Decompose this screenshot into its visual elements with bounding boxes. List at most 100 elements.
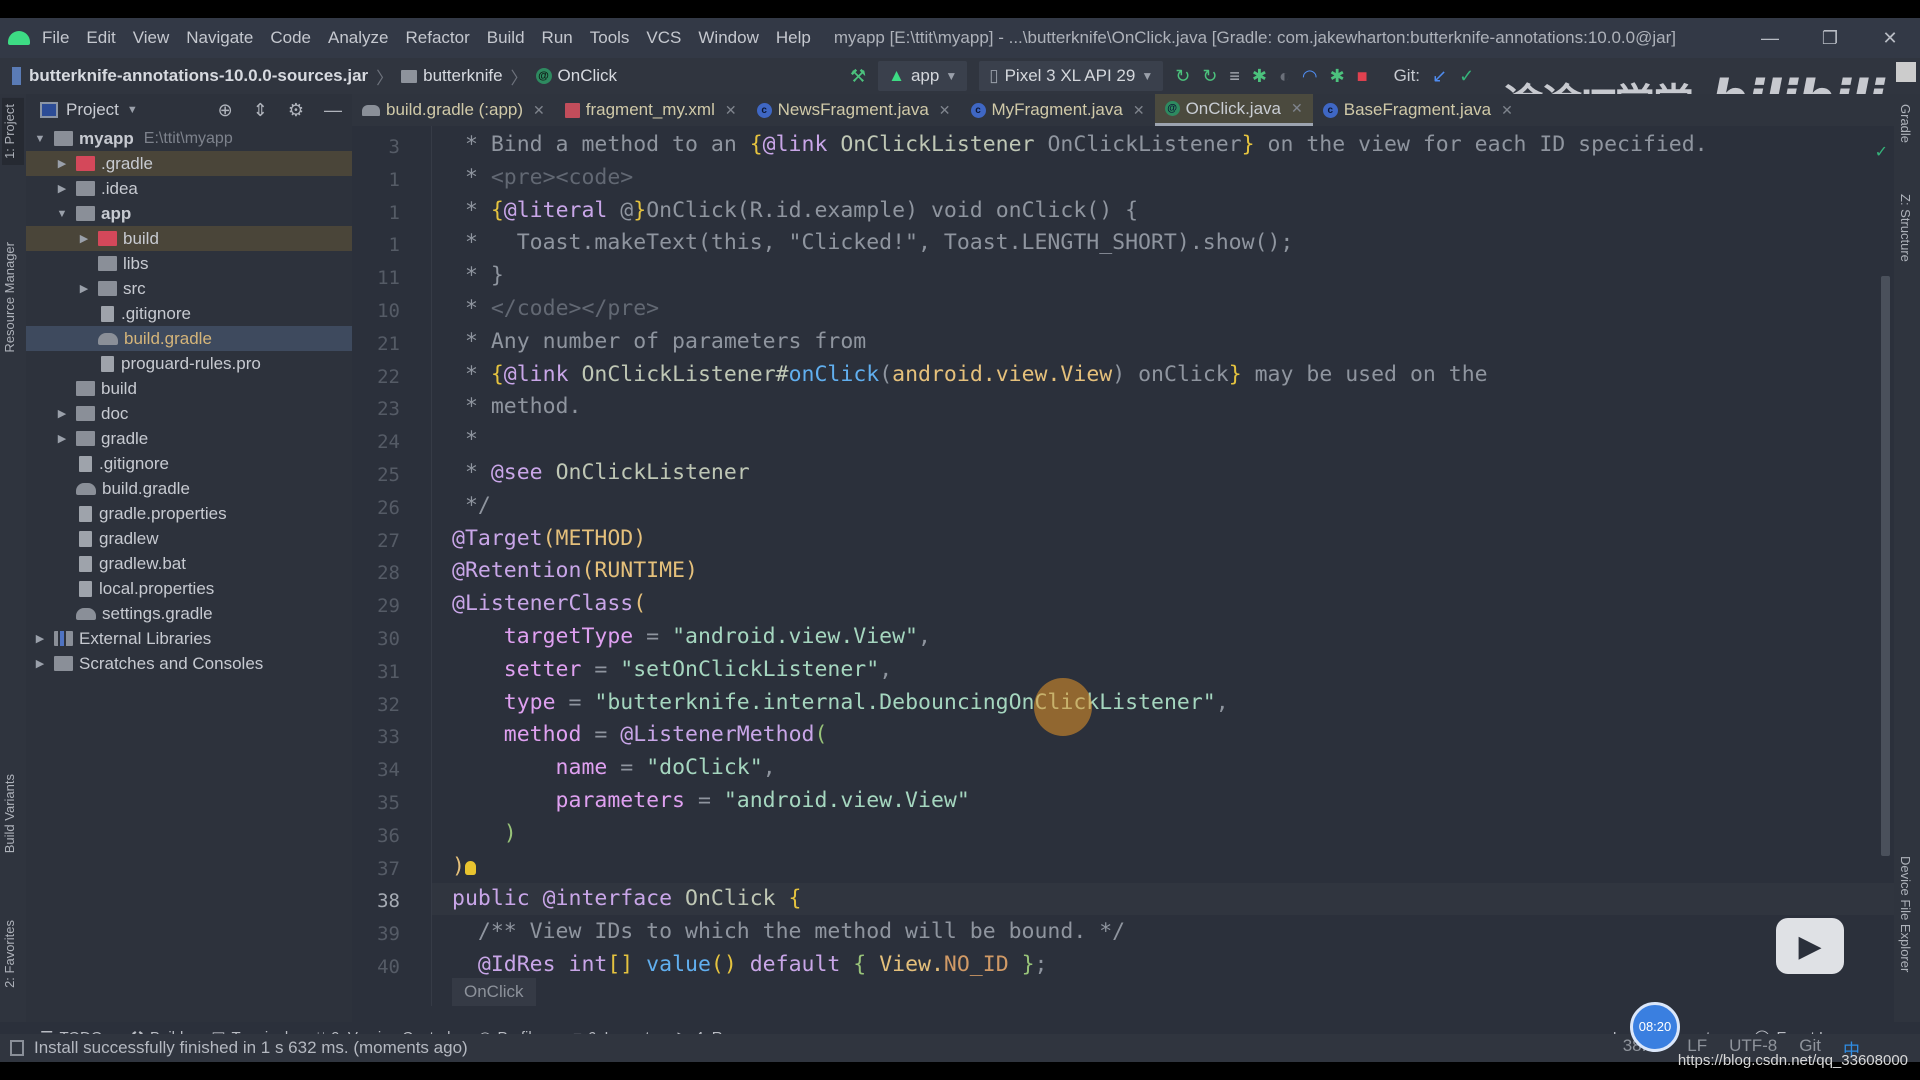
tree-node[interactable]: proguard-rules.pro — [26, 351, 352, 376]
collapsed-arrow-icon[interactable]: ▶ — [76, 282, 92, 295]
restore-button[interactable]: ❐ — [1800, 18, 1860, 58]
attach-debugger-icon[interactable]: ✱ — [1330, 66, 1345, 86]
breadcrumb-package[interactable]: butterknife — [401, 66, 503, 86]
git-commit-icon[interactable]: ✓ — [1459, 66, 1474, 86]
breadcrumb-class[interactable]: @ OnClick — [535, 66, 617, 86]
tree-node[interactable]: build.gradle — [26, 476, 352, 501]
tree-node[interactable]: ▶ External Libraries — [26, 626, 352, 651]
tool-tab-build-variants[interactable]: Build Variants — [2, 774, 17, 853]
collapsed-arrow-icon[interactable]: ▶ — [54, 407, 70, 420]
menu-refactor[interactable]: Refactor — [405, 28, 469, 48]
menu-help[interactable]: Help — [776, 28, 811, 48]
run-config-dropdown[interactable]: ▲ app ▼ — [878, 61, 968, 91]
menu-navigate[interactable]: Navigate — [186, 28, 253, 48]
user-avatar-icon[interactable] — [1896, 62, 1916, 82]
close-tab-icon[interactable]: ✕ — [1291, 100, 1303, 117]
tree-node[interactable]: gradle.properties — [26, 501, 352, 526]
locate-file-icon[interactable]: ⊕ — [218, 100, 233, 121]
collapsed-arrow-icon[interactable]: ▶ — [54, 432, 70, 445]
chevron-down-icon[interactable]: ▼ — [127, 104, 138, 116]
debug-icon[interactable]: ✱ — [1252, 66, 1267, 86]
collapsed-arrow-icon[interactable]: ▶ — [32, 657, 48, 670]
code-token: "setOnClickListener" — [620, 656, 880, 682]
close-tab-icon[interactable]: ✕ — [725, 102, 737, 119]
gear-icon[interactable]: ⚙ — [288, 100, 304, 121]
menu-vcs[interactable]: VCS — [646, 28, 681, 48]
collapse-all-icon[interactable]: ⇕ — [253, 100, 268, 121]
breadcrumb-jar[interactable]: butterknife-annotations-10.0.0-sources.j… — [12, 66, 368, 86]
close-button[interactable]: ✕ — [1860, 18, 1920, 58]
status-message[interactable]: Install successfully finished in 1 s 632… — [34, 1038, 468, 1058]
editor-tab[interactable]: fragment_my.xml ✕ — [555, 94, 747, 126]
tree-node[interactable]: ▶ src — [26, 276, 352, 301]
tree-node[interactable]: libs — [26, 251, 352, 276]
menu-code[interactable]: Code — [270, 28, 311, 48]
tree-node[interactable]: ▼ app — [26, 201, 352, 226]
tree-node[interactable]: ▶ doc — [26, 401, 352, 426]
git-update-icon[interactable]: ↙ — [1432, 66, 1447, 86]
tool-tab-resource-manager[interactable]: Resource Manager — [2, 242, 17, 353]
close-tab-icon[interactable]: ✕ — [1501, 102, 1513, 119]
profiler-icon[interactable]: ◠ — [1302, 66, 1318, 86]
sync-icon[interactable]: ≡ — [1229, 66, 1240, 86]
tree-node[interactable]: build — [26, 376, 352, 401]
menu-run[interactable]: Run — [542, 28, 573, 48]
tree-node[interactable]: .gitignore — [26, 301, 352, 326]
editor-breadcrumb[interactable]: OnClick — [452, 978, 536, 1006]
tree-node[interactable]: ▼ myapp E:\ttit\myapp — [26, 126, 352, 151]
tree-node[interactable]: ▶ Scratches and Consoles — [26, 651, 352, 676]
tree-node[interactable]: ▶ gradle — [26, 426, 352, 451]
tree-node[interactable]: .gitignore — [26, 451, 352, 476]
tree-node[interactable]: ▶ .idea — [26, 176, 352, 201]
menu-build[interactable]: Build — [487, 28, 525, 48]
menu-file[interactable]: File — [42, 28, 69, 48]
code-token: OnClick — [685, 886, 776, 912]
device-dropdown[interactable]: ▯ Pixel 3 XL API 29 ▼ — [979, 61, 1164, 91]
tool-tab-favorites[interactable]: 2: Favorites — [2, 920, 17, 988]
status-toggle-icon[interactable] — [10, 1040, 24, 1056]
collapsed-arrow-icon[interactable]: ▶ — [54, 157, 70, 170]
hide-panel-icon[interactable]: — — [324, 100, 342, 121]
editor-tab[interactable]: c BaseFragment.java ✕ — [1313, 94, 1523, 126]
tree-node[interactable]: ▶ build — [26, 226, 352, 251]
editor-tab[interactable]: build.gradle (:app) ✕ — [352, 94, 555, 126]
tree-node[interactable]: settings.gradle — [26, 601, 352, 626]
menu-edit[interactable]: Edit — [86, 28, 115, 48]
tool-tab-device-file-explorer[interactable]: Device File Explorer — [1898, 856, 1913, 972]
apply-code-changes-icon[interactable]: ↻ — [1202, 66, 1217, 86]
project-view-selector[interactable]: Project — [66, 100, 119, 120]
code-editor[interactable]: 3 1 1 1 11 10 21 22 23 24 25 26 27 28 29 30 31 32 33 34 35 36… — [352, 126, 1894, 1006]
tree-node[interactable]: ▶ .gradle — [26, 151, 352, 176]
menu-analyze[interactable]: Analyze — [328, 28, 388, 48]
close-tab-icon[interactable]: ✕ — [1133, 102, 1145, 119]
minimize-button[interactable]: — — [1740, 18, 1800, 58]
editor-tab[interactable]: @ OnClick.java ✕ — [1154, 94, 1313, 126]
close-tab-icon[interactable]: ✕ — [533, 102, 545, 119]
menu-view[interactable]: View — [133, 28, 170, 48]
collapsed-arrow-icon[interactable]: ▶ — [32, 632, 48, 645]
menu-tools[interactable]: Tools — [590, 28, 630, 48]
tree-node[interactable]: gradlew.bat — [26, 551, 352, 576]
lightbulb-icon[interactable] — [464, 860, 476, 875]
editor-tab[interactable]: c MyFragment.java ✕ — [961, 94, 1155, 126]
tool-tab-structure[interactable]: Z: Structure — [1898, 194, 1913, 262]
expanded-arrow-icon[interactable]: ▼ — [54, 208, 70, 220]
collapsed-arrow-icon[interactable]: ▶ — [76, 232, 92, 245]
hammer-build-icon[interactable]: ⚒ — [850, 66, 866, 86]
tree-node[interactable]: build.gradle — [26, 326, 352, 351]
apply-changes-icon[interactable]: ↻ — [1175, 66, 1190, 86]
stop-icon[interactable]: ■ — [1357, 66, 1368, 86]
tool-tab-project[interactable]: 1: Project — [2, 98, 24, 165]
close-tab-icon[interactable]: ✕ — [939, 102, 951, 119]
editor-tab[interactable]: c NewsFragment.java ✕ — [747, 94, 961, 126]
tree-node[interactable]: local.properties — [26, 576, 352, 601]
menu-window[interactable]: Window — [698, 28, 758, 48]
collapsed-arrow-icon[interactable]: ▶ — [54, 182, 70, 195]
expanded-arrow-icon[interactable]: ▼ — [32, 133, 48, 145]
tree-node[interactable]: gradlew — [26, 526, 352, 551]
coverage-icon[interactable]: ◐ — [1279, 66, 1290, 86]
video-play-icon[interactable]: ▶ — [1776, 918, 1844, 974]
tool-tab-gradle[interactable]: Gradle — [1898, 104, 1913, 143]
code-line: @Retention(RUNTIME) — [452, 558, 698, 583]
vertical-scrollbar[interactable] — [1881, 276, 1890, 856]
